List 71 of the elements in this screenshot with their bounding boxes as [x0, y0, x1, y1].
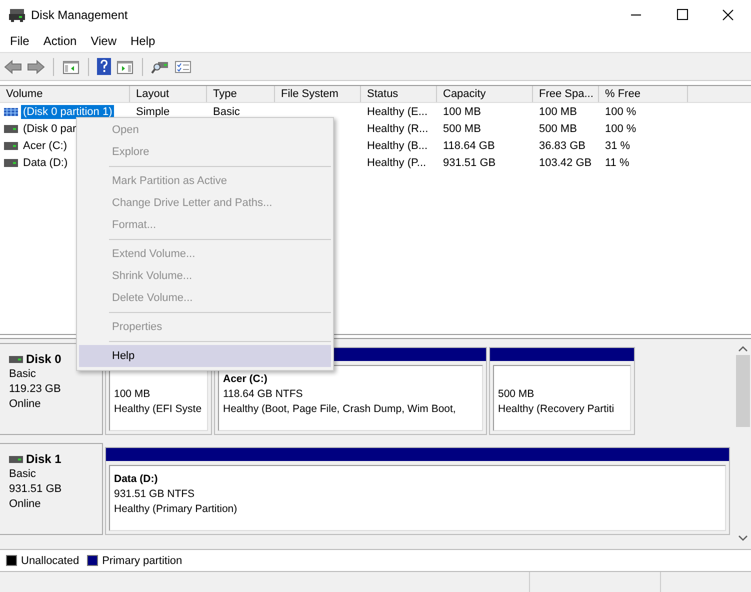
menu-item[interactable]: Action — [36, 34, 84, 48]
table-cell: 100 % — [605, 122, 636, 134]
action-pane-icon[interactable] — [116, 58, 134, 74]
window-title: Disk Management — [31, 8, 129, 22]
partition-size: 118.64 GB NTFS — [223, 387, 304, 402]
context-menu-item[interactable]: Help — [79, 345, 331, 367]
disk-status: Online — [9, 497, 42, 512]
disk-name: Disk 1 — [26, 452, 62, 467]
column-header[interactable]: % Free — [599, 86, 688, 102]
legend-label: Primary partition — [102, 554, 182, 566]
table-cell: 118.64 GB — [443, 140, 495, 152]
table-cell: Healthy (R... — [367, 122, 428, 134]
partition-status: Healthy (EFI Syste — [114, 402, 203, 417]
column-header[interactable]: Free Spa... — [533, 86, 599, 102]
drive-icon — [4, 124, 18, 132]
checklist-icon[interactable] — [174, 58, 192, 74]
table-cell: 103.42 GB — [539, 156, 592, 168]
partition-size: 100 MB — [114, 387, 152, 402]
disk-size: 931.51 GB — [9, 482, 63, 497]
drive-icon — [4, 158, 18, 166]
table-cell: 36.83 GB — [539, 140, 586, 152]
console-tree-icon[interactable] — [62, 58, 80, 74]
disk-type: Basic — [9, 467, 37, 482]
striped-volume-icon — [4, 108, 18, 116]
table-cell: Healthy (B... — [367, 140, 428, 152]
menu-item[interactable]: File — [3, 34, 36, 48]
table-cell: 31 % — [605, 140, 630, 152]
column-header[interactable]: Type — [207, 86, 275, 102]
table-cell: 100 MB — [539, 106, 577, 118]
legend-label: Unallocated — [21, 554, 80, 566]
drive-icon — [4, 142, 18, 150]
table-cell: Healthy (P... — [367, 156, 426, 168]
drive-icon — [9, 356, 23, 363]
partition-size: 931.51 GB NTFS — [114, 487, 196, 502]
table-cell: 500 MB — [539, 122, 577, 134]
volume-name[interactable]: (Disk 0 par — [21, 122, 78, 136]
table-cell: 500 MB — [443, 122, 481, 134]
table-cell: Basic — [213, 106, 240, 118]
partition-name: Data (D:) — [114, 472, 159, 487]
forward-arrow-icon[interactable] — [27, 58, 45, 74]
drive-icon — [9, 456, 23, 463]
back-arrow-icon[interactable] — [4, 58, 22, 74]
disk-drive-icon — [9, 8, 25, 22]
column-header[interactable]: Volume — [0, 86, 130, 102]
table-cell: Simple — [136, 106, 170, 118]
partition-size: 500 MB — [498, 387, 536, 402]
table-cell: 931.51 GB — [443, 156, 496, 168]
menu-item[interactable]: Help — [124, 34, 162, 48]
disk-status: Online — [9, 397, 42, 412]
column-header[interactable]: Capacity — [437, 86, 533, 102]
disk-size: 119.23 GB — [9, 382, 62, 397]
table-cell: 100 % — [605, 106, 636, 118]
disk-type: Basic — [9, 367, 37, 382]
help-icon[interactable] — [97, 58, 111, 75]
partition-block[interactable]: Data (D:) 931.51 GB NTFS Healthy (Primary Partition) — [105, 447, 730, 535]
table-cell: 100 MB — [443, 106, 481, 118]
partition-status: Healthy (Recovery Partiti — [498, 402, 616, 417]
disk-name: Disk 0 — [26, 352, 62, 367]
partition-name: Acer (C:) — [223, 372, 268, 387]
partition-status: Healthy (Boot, Page File, Crash Dump, Wim Boot, — [223, 402, 457, 417]
menu-item[interactable]: View — [84, 34, 124, 48]
volume-name[interactable]: (Disk 0 partition 1) — [21, 104, 114, 118]
partition-block[interactable]: 500 MB Healthy (Recovery Partiti — [489, 347, 635, 435]
table-cell: 11 % — [605, 156, 630, 168]
column-header[interactable]: Layout — [130, 86, 207, 102]
column-header[interactable]: Status — [361, 86, 437, 102]
volume-name[interactable]: Data (D:) — [21, 156, 70, 170]
table-cell: Healthy (E... — [367, 106, 428, 118]
partition-status: Healthy (Primary Partition) — [114, 502, 238, 517]
volume-name[interactable]: Acer (C:) — [21, 138, 69, 152]
column-header[interactable]: File System — [275, 86, 361, 102]
